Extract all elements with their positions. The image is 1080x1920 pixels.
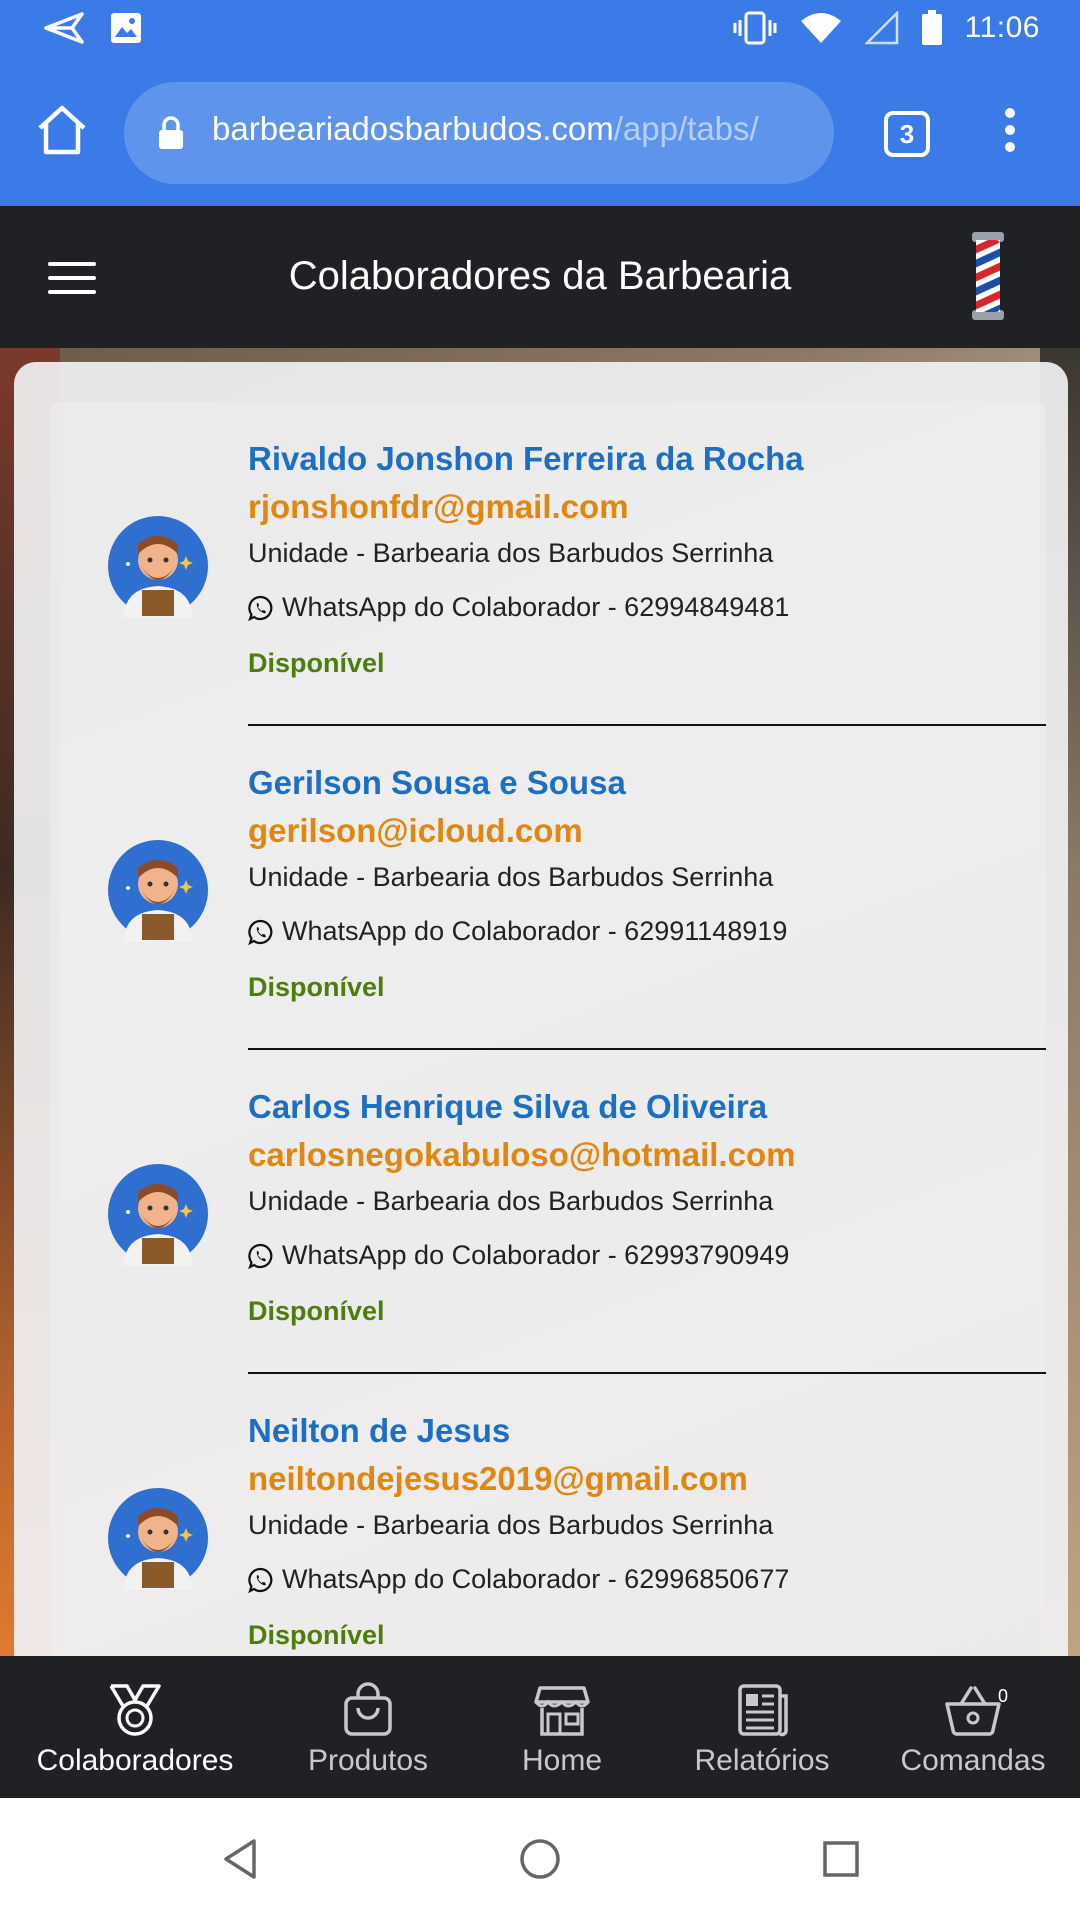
- vibrate-icon: [733, 11, 777, 45]
- recents-icon[interactable]: [822, 1840, 860, 1878]
- whatsapp-icon: [248, 919, 273, 945]
- tab-home[interactable]: Home: [466, 1656, 658, 1798]
- battery-icon: [921, 10, 942, 45]
- tab-label: Relatórios: [694, 1744, 830, 1777]
- image-icon: [111, 13, 141, 43]
- whatsapp-number: WhatsApp do Colaborador - 62994849481: [282, 592, 790, 622]
- collaborator-name: Carlos Henrique Silva de Oliveira: [248, 1088, 768, 1125]
- status-bar: 11:06: [0, 0, 1080, 64]
- barber-avatar-icon: [108, 840, 208, 942]
- collaborator-unit: Unidade - Barbearia dos Barbudos Serrinh…: [248, 1186, 774, 1216]
- collaborator-email[interactable]: carlosnegokabuloso@hotmail.com: [248, 1136, 795, 1174]
- whatsapp-icon: [248, 1243, 273, 1269]
- shopping-bag-icon: [344, 1682, 392, 1736]
- comandas-count-badge: 0: [998, 1686, 1009, 1706]
- collaborator-name: Gerilson Sousa e Sousa: [248, 764, 626, 801]
- tab-label: Home: [521, 1744, 603, 1777]
- clock: 11:06: [964, 11, 1040, 44]
- home-icon[interactable]: [34, 102, 90, 158]
- collaborators-content: Rivaldo Jonshon Ferreira da Rocha rjonsh…: [0, 348, 1080, 1656]
- collaborator-unit: Unidade - Barbearia dos Barbudos Serrinh…: [248, 538, 774, 568]
- whatsapp-row[interactable]: WhatsApp do Colaborador - 62991148919: [248, 916, 787, 947]
- whatsapp-number: WhatsApp do Colaborador - 62996850677: [282, 1564, 790, 1594]
- barber-avatar-icon: [108, 516, 208, 618]
- whatsapp-row[interactable]: WhatsApp do Colaborador - 62994849481: [248, 592, 789, 623]
- page-title: Colaboradores da Barbearia: [288, 254, 792, 298]
- system-navigation-bar: [0, 1798, 1080, 1920]
- collaborator-item[interactable]: Neilton de Jesus neiltondejesus2019@gmai…: [50, 1374, 1046, 1656]
- back-icon[interactable]: [222, 1838, 258, 1880]
- collaborator-email[interactable]: neiltondejesus2019@gmail.com: [248, 1460, 748, 1498]
- collaborator-list: Rivaldo Jonshon Ferreira da Rocha rjonsh…: [50, 402, 1046, 1656]
- barber-avatar-icon: [108, 1488, 208, 1590]
- home-circle-icon[interactable]: [519, 1838, 561, 1880]
- whatsapp-icon: [248, 1567, 273, 1593]
- whatsapp-row[interactable]: WhatsApp do Colaborador - 62996850677: [248, 1564, 789, 1595]
- whatsapp-number: WhatsApp do Colaborador - 62993790949: [282, 1240, 790, 1270]
- collaborator-unit: Unidade - Barbearia dos Barbudos Serrinh…: [248, 1510, 774, 1540]
- tab-relatorios[interactable]: Relatórios: [658, 1656, 866, 1798]
- lock-icon: [159, 116, 183, 149]
- send-icon: [44, 12, 84, 44]
- collaborator-item[interactable]: Carlos Henrique Silva de Oliveira carlos…: [50, 1050, 1046, 1374]
- whatsapp-number: WhatsApp do Colaborador - 62991148919: [282, 916, 788, 946]
- app-header: Colaboradores da Barbearia: [0, 206, 1080, 348]
- storefront-icon: [534, 1686, 590, 1736]
- status-available: Disponível: [248, 648, 385, 678]
- tab-label: Comandas: [900, 1744, 1046, 1777]
- status-available: Disponível: [248, 1620, 385, 1650]
- whatsapp-row[interactable]: WhatsApp do Colaborador - 62993790949: [248, 1240, 789, 1271]
- browser-toolbar: barbeariadosbarbudos.com/app/tabs/ 3: [0, 64, 1080, 206]
- barber-avatar-icon: [108, 1164, 208, 1266]
- signal-icon: [864, 11, 898, 45]
- status-available: Disponível: [248, 972, 385, 1002]
- collaborator-item[interactable]: Gerilson Sousa e Sousa gerilson@icloud.c…: [50, 726, 1046, 1050]
- collaborator-name: Neilton de Jesus: [248, 1412, 511, 1449]
- tab-produtos[interactable]: Produtos: [270, 1656, 466, 1798]
- medal-icon: [109, 1684, 161, 1736]
- address-bar[interactable]: barbeariadosbarbudos.com/app/tabs/: [124, 82, 834, 184]
- barber-pole-icon: [972, 232, 1004, 320]
- basket-icon: [945, 1686, 1001, 1736]
- collaborator-email[interactable]: rjonshonfdr@gmail.com: [248, 488, 629, 526]
- collaborator-item[interactable]: Rivaldo Jonshon Ferreira da Rocha rjonsh…: [50, 402, 1046, 726]
- url-text: barbeariadosbarbudos.com/app/tabs/: [212, 110, 812, 148]
- collaborator-unit: Unidade - Barbearia dos Barbudos Serrinh…: [248, 862, 774, 892]
- collaborator-name: Rivaldo Jonshon Ferreira da Rocha: [248, 440, 804, 477]
- tab-colaboradores[interactable]: Colaboradores: [0, 1656, 270, 1798]
- bottom-tab-bar: Colaboradores Produtos Home Relatórios 0…: [0, 1656, 1080, 1798]
- tab-label: Produtos: [307, 1744, 429, 1777]
- whatsapp-icon: [248, 595, 273, 621]
- content-panel: Rivaldo Jonshon Ferreira da Rocha rjonsh…: [14, 362, 1068, 1656]
- tab-comandas[interactable]: 0 Comandas: [866, 1656, 1080, 1798]
- status-available: Disponível: [248, 1296, 385, 1326]
- wifi-icon: [800, 13, 841, 43]
- newspaper-icon: [738, 1684, 788, 1737]
- collaborator-email[interactable]: gerilson@icloud.com: [248, 812, 583, 850]
- url-path: /app/tabs/: [613, 110, 759, 147]
- overflow-menu-icon[interactable]: [1000, 108, 1020, 160]
- tab-label: Colaboradores: [36, 1744, 234, 1777]
- url-domain: barbeariadosbarbudos.com: [212, 110, 614, 147]
- tab-switcher-button[interactable]: 3: [884, 111, 930, 157]
